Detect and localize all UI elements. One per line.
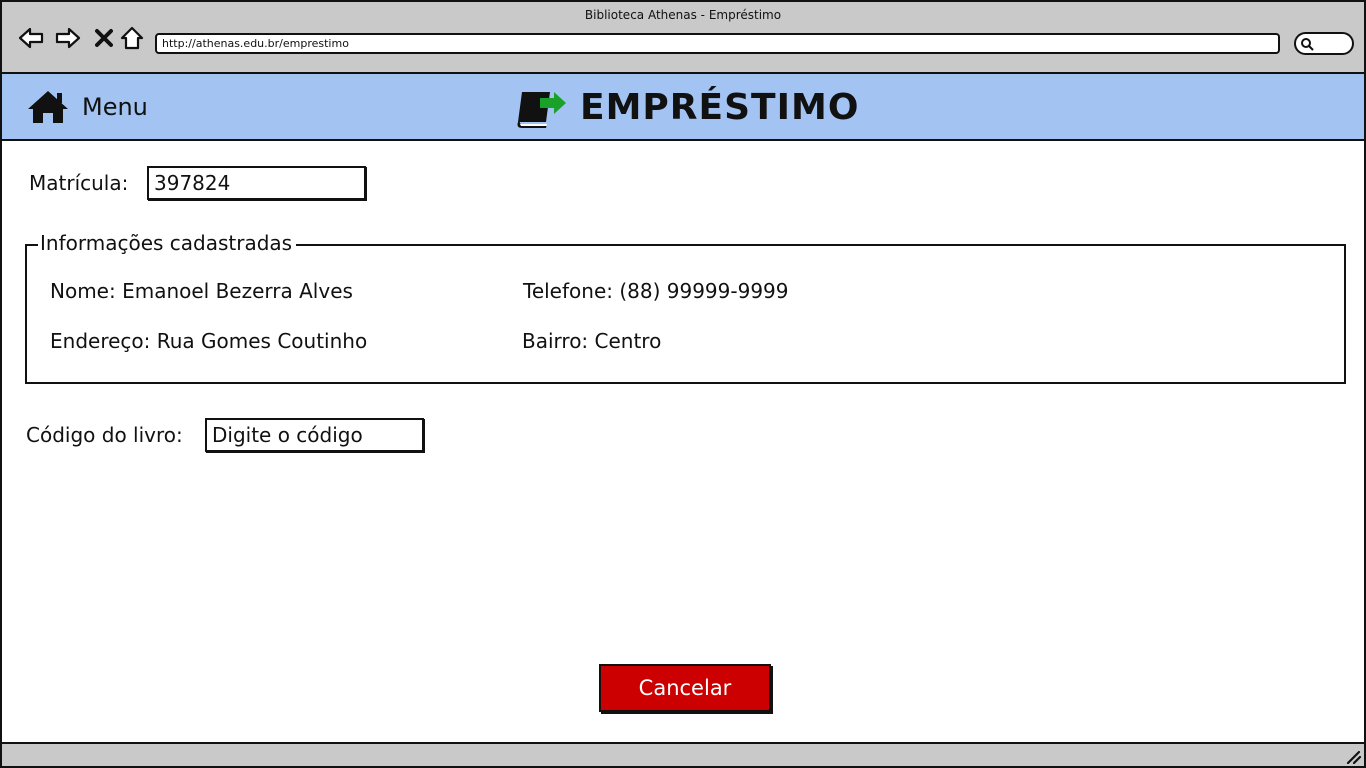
- matricula-label: Matrícula:: [29, 171, 129, 195]
- forward-button[interactable]: [54, 24, 82, 52]
- home-button[interactable]: [118, 24, 146, 52]
- back-arrow-icon: [18, 27, 44, 49]
- stop-button[interactable]: [90, 24, 118, 52]
- resize-grip-icon[interactable]: [1344, 748, 1362, 764]
- page-title: EMPRÉSTIMO: [580, 86, 860, 128]
- close-icon: [95, 29, 113, 47]
- registered-info-group: [25, 244, 1346, 384]
- matricula-input[interactable]: 397824: [147, 166, 366, 200]
- address-bar[interactable]: http://athenas.edu.br/emprestimo: [155, 33, 1280, 54]
- page-title-group: EMPRÉSTIMO: [514, 84, 859, 130]
- registered-info-legend: Informações cadastradas: [38, 231, 297, 255]
- menu-label: Menu: [82, 93, 148, 121]
- menu-link[interactable]: Menu: [26, 89, 148, 125]
- status-bar: [2, 742, 1364, 766]
- window-title: Biblioteca Athenas - Empréstimo: [584, 8, 782, 22]
- bairro-text: Bairro: Centro: [522, 329, 662, 353]
- browser-search-box[interactable]: [1294, 32, 1354, 55]
- browser-toolbar: Biblioteca Athenas - Empréstimo http://a…: [2, 2, 1364, 74]
- book-code-input[interactable]: Digite o código: [205, 418, 424, 452]
- book-loan-icon: [517, 92, 566, 128]
- book-code-label: Código do livro:: [26, 423, 183, 447]
- search-icon: [1301, 38, 1314, 51]
- app-header: Menu EMPRÉSTIMO: [2, 74, 1364, 141]
- nome-text: Nome: Emanoel Bezerra Alves: [50, 279, 353, 303]
- browser-window: Biblioteca Athenas - Empréstimo http://a…: [0, 0, 1366, 768]
- home-outline-icon: [120, 26, 144, 50]
- endereco-text: Endereço: Rua Gomes Coutinho: [50, 329, 368, 353]
- cancel-button[interactable]: Cancelar: [599, 664, 771, 712]
- home-icon: [28, 91, 68, 123]
- telefone-text: Telefone: (88) 99999-9999: [523, 279, 789, 303]
- forward-arrow-icon: [55, 27, 81, 49]
- back-button[interactable]: [17, 24, 45, 52]
